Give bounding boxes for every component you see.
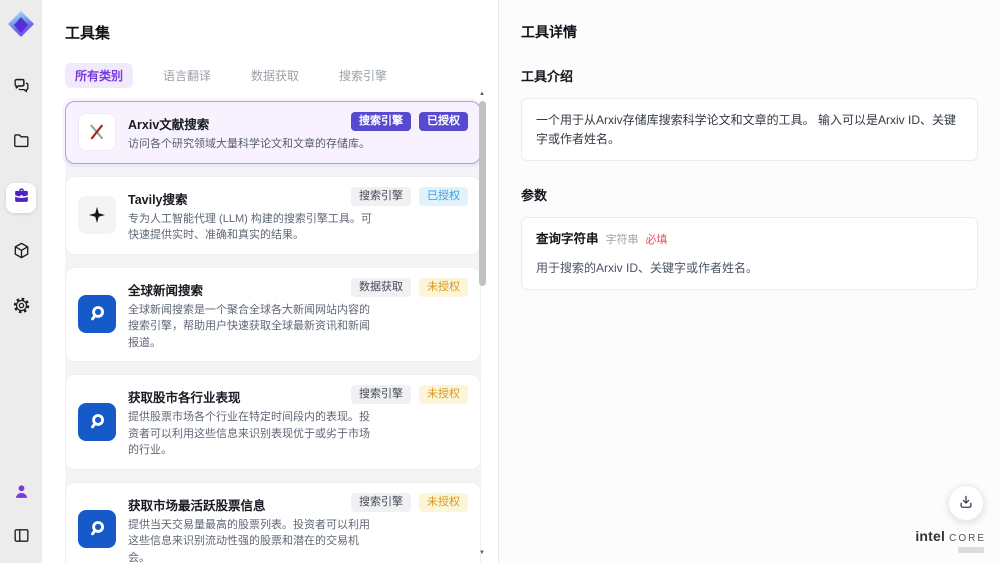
details-title: 工具详情 <box>521 24 577 40</box>
tool-badges: 搜索引擎 未授权 <box>351 385 468 404</box>
sidebar-item-files[interactable] <box>6 128 36 158</box>
tool-badges: 搜索引擎 已授权 <box>351 112 468 131</box>
tool-card[interactable]: 获取市场最活跃股票信息 搜索引擎 未授权 提供当天交易量最高的股票列表。投资者可… <box>65 481 481 563</box>
sidebar-item-settings[interactable] <box>6 293 36 323</box>
scrollbar-thumb[interactable] <box>478 101 486 286</box>
category-badge: 数据获取 <box>351 277 411 297</box>
sidebar-item-user[interactable] <box>6 479 36 509</box>
tool-card[interactable]: 获取股市各行业表现 搜索引擎 未授权 提供股票市场各个行业在特定时间段内的表现。… <box>65 374 481 470</box>
auth-status-badge: 已授权 <box>419 186 468 206</box>
intro-box: 一个用于从Arxiv存储库搜索科学论文和文章的工具。 输入可以是Arxiv ID… <box>521 98 978 162</box>
category-tabs: 所有类别 语言翻译 数据获取 搜索引擎 <box>65 63 498 88</box>
auth-status-badge: 未授权 <box>419 277 468 297</box>
intel-core-logo: intel CORE <box>915 528 986 553</box>
auth-status-badge: 未授权 <box>419 385 468 404</box>
settings-gear-icon <box>12 296 31 320</box>
tab-search-engine[interactable]: 搜索引擎 <box>329 63 397 88</box>
tools-panel: 工具集 所有类别 语言翻译 数据获取 搜索引擎 Arxiv文献搜索 搜索引擎 已… <box>42 0 498 563</box>
tool-description: 提供股票市场各个行业在特定时间段内的表现。投资者可以利用这些信息来识别表现优于或… <box>128 411 370 456</box>
tool-icon <box>78 402 116 441</box>
app-window: 工具集 所有类别 语言翻译 数据获取 搜索引擎 Arxiv文献搜索 搜索引擎 已… <box>0 0 1000 563</box>
download-button[interactable] <box>948 485 984 521</box>
search-q-icon <box>78 295 116 333</box>
category-badge: 搜索引擎 <box>351 385 411 404</box>
scroll-up-arrow-icon[interactable]: ▲ <box>479 90 485 98</box>
tool-icon <box>78 113 116 152</box>
core-ultra-badge <box>958 547 984 553</box>
tool-card[interactable]: 全球新闻搜索 数据获取 未授权 全球新闻搜索是一个聚合全球各大新闻网站内容的搜索… <box>65 266 481 362</box>
sidebar-item-chat[interactable] <box>6 73 36 103</box>
tool-icon <box>78 196 116 234</box>
tool-body: Arxiv文献搜索 搜索引擎 已授权 访问各个研究领域大量科学论文和文章的存储库… <box>128 112 468 153</box>
parameter-item: 查询字符串 字符串 必填 用于搜索的Arxiv ID、关键字或作者姓名。 <box>521 217 978 291</box>
tool-badges: 搜索引擎 已授权 <box>351 186 468 206</box>
tool-card[interactable]: Tavily搜索 搜索引擎 已授权 专为人工智能代理 (LLM) 构建的搜索引擎… <box>65 175 481 255</box>
tavily-star-icon <box>78 196 116 234</box>
tool-body: Tavily搜索 搜索引擎 已授权 专为人工智能代理 (LLM) 构建的搜索引擎… <box>128 186 468 244</box>
category-badge: 搜索引擎 <box>351 186 411 206</box>
category-badge: 搜索引擎 <box>351 492 411 512</box>
tool-description: 全球新闻搜索是一个聚合全球各大新闻网站内容的搜索引擎，帮助用户快速获取全球最新资… <box>128 303 370 349</box>
sidebar <box>0 0 42 563</box>
params-heading: 参数 <box>521 188 548 204</box>
param-description: 用于搜索的Arxiv ID、关键字或作者姓名。 <box>536 260 759 275</box>
tools-list: Arxiv文献搜索 搜索引擎 已授权 访问各个研究领域大量科学论文和文章的存储库… <box>65 101 481 563</box>
category-badge: 搜索引擎 <box>351 112 411 131</box>
cube-icon <box>12 241 31 265</box>
toolbox-icon <box>12 186 31 210</box>
sidebar-item-panel-toggle[interactable] <box>6 523 36 553</box>
search-q-icon <box>78 403 116 441</box>
page-title: 工具集 <box>65 25 111 42</box>
tool-description: 提供当天交易量最高的股票列表。投资者可以利用这些信息来识别流动性强的股票和潜在的… <box>128 518 370 563</box>
tool-description: 访问各个研究领域大量科学论文和文章的存储库。 <box>128 138 370 150</box>
tool-body: 获取市场最活跃股票信息 搜索引擎 未授权 提供当天交易量最高的股票列表。投资者可… <box>128 492 468 563</box>
tool-body: 获取股市各行业表现 搜索引擎 未授权 提供股票市场各个行业在特定时间段内的表现。… <box>128 385 468 459</box>
tab-language-translation[interactable]: 语言翻译 <box>153 63 221 88</box>
user-icon <box>12 482 31 506</box>
search-q-icon <box>78 510 116 548</box>
tool-badges: 搜索引擎 未授权 <box>351 492 468 512</box>
auth-status-badge: 已授权 <box>419 112 468 131</box>
sidebar-bottom <box>6 479 36 553</box>
sidebar-item-toolbox[interactable] <box>6 183 36 213</box>
sidebar-nav <box>6 73 36 323</box>
tool-card[interactable]: Arxiv文献搜索 搜索引擎 已授权 访问各个研究领域大量科学论文和文章的存储库… <box>65 101 481 164</box>
tool-name: Tavily搜索 <box>128 192 188 207</box>
folder-icon <box>12 131 31 155</box>
tool-name: 获取市场最活跃股票信息 <box>128 498 266 513</box>
intro-text: 一个用于从Arxiv存储库搜索科学论文和文章的工具。 输入可以是Arxiv ID… <box>536 113 957 146</box>
param-type: 字符串 <box>605 234 639 247</box>
sidebar-item-models[interactable] <box>6 238 36 268</box>
intel-logo-text: intel <box>915 528 946 544</box>
tool-icon <box>78 510 116 549</box>
arxiv-chi-icon <box>79 114 115 150</box>
tool-icon <box>78 295 116 334</box>
tool-name: Arxiv文献搜索 <box>128 118 210 132</box>
tool-description: 专为人工智能代理 (LLM) 构建的搜索引擎工具。可快速提供实时、准确和真实的结… <box>128 212 372 242</box>
tool-name: 获取股市各行业表现 <box>128 391 241 405</box>
chat-icon <box>12 76 31 100</box>
scroll-down-arrow-icon[interactable]: ▼ <box>479 549 485 557</box>
scrollbar[interactable]: ▲ ▼ <box>478 90 486 557</box>
parameter-head: 查询字符串 字符串 必填 <box>536 230 963 249</box>
tab-data-acquisition[interactable]: 数据获取 <box>241 63 309 88</box>
tool-body: 全球新闻搜索 数据获取 未授权 全球新闻搜索是一个聚合全球各大新闻网站内容的搜索… <box>128 277 468 352</box>
auth-status-badge: 未授权 <box>419 492 468 512</box>
param-name: 查询字符串 <box>536 232 599 247</box>
tool-badges: 数据获取 未授权 <box>351 277 468 297</box>
tool-name: 全球新闻搜索 <box>128 283 204 298</box>
tab-all-categories[interactable]: 所有类别 <box>65 63 134 88</box>
intro-heading: 工具介绍 <box>521 69 574 84</box>
param-required-badge: 必填 <box>645 234 668 247</box>
tool-details-panel: 工具详情 工具介绍 一个用于从Arxiv存储库搜索科学论文和文章的工具。 输入可… <box>498 0 1000 563</box>
core-logo-text: CORE <box>949 533 986 544</box>
download-icon <box>957 493 975 514</box>
panel-toggle-icon <box>12 526 31 550</box>
app-logo <box>7 9 35 39</box>
